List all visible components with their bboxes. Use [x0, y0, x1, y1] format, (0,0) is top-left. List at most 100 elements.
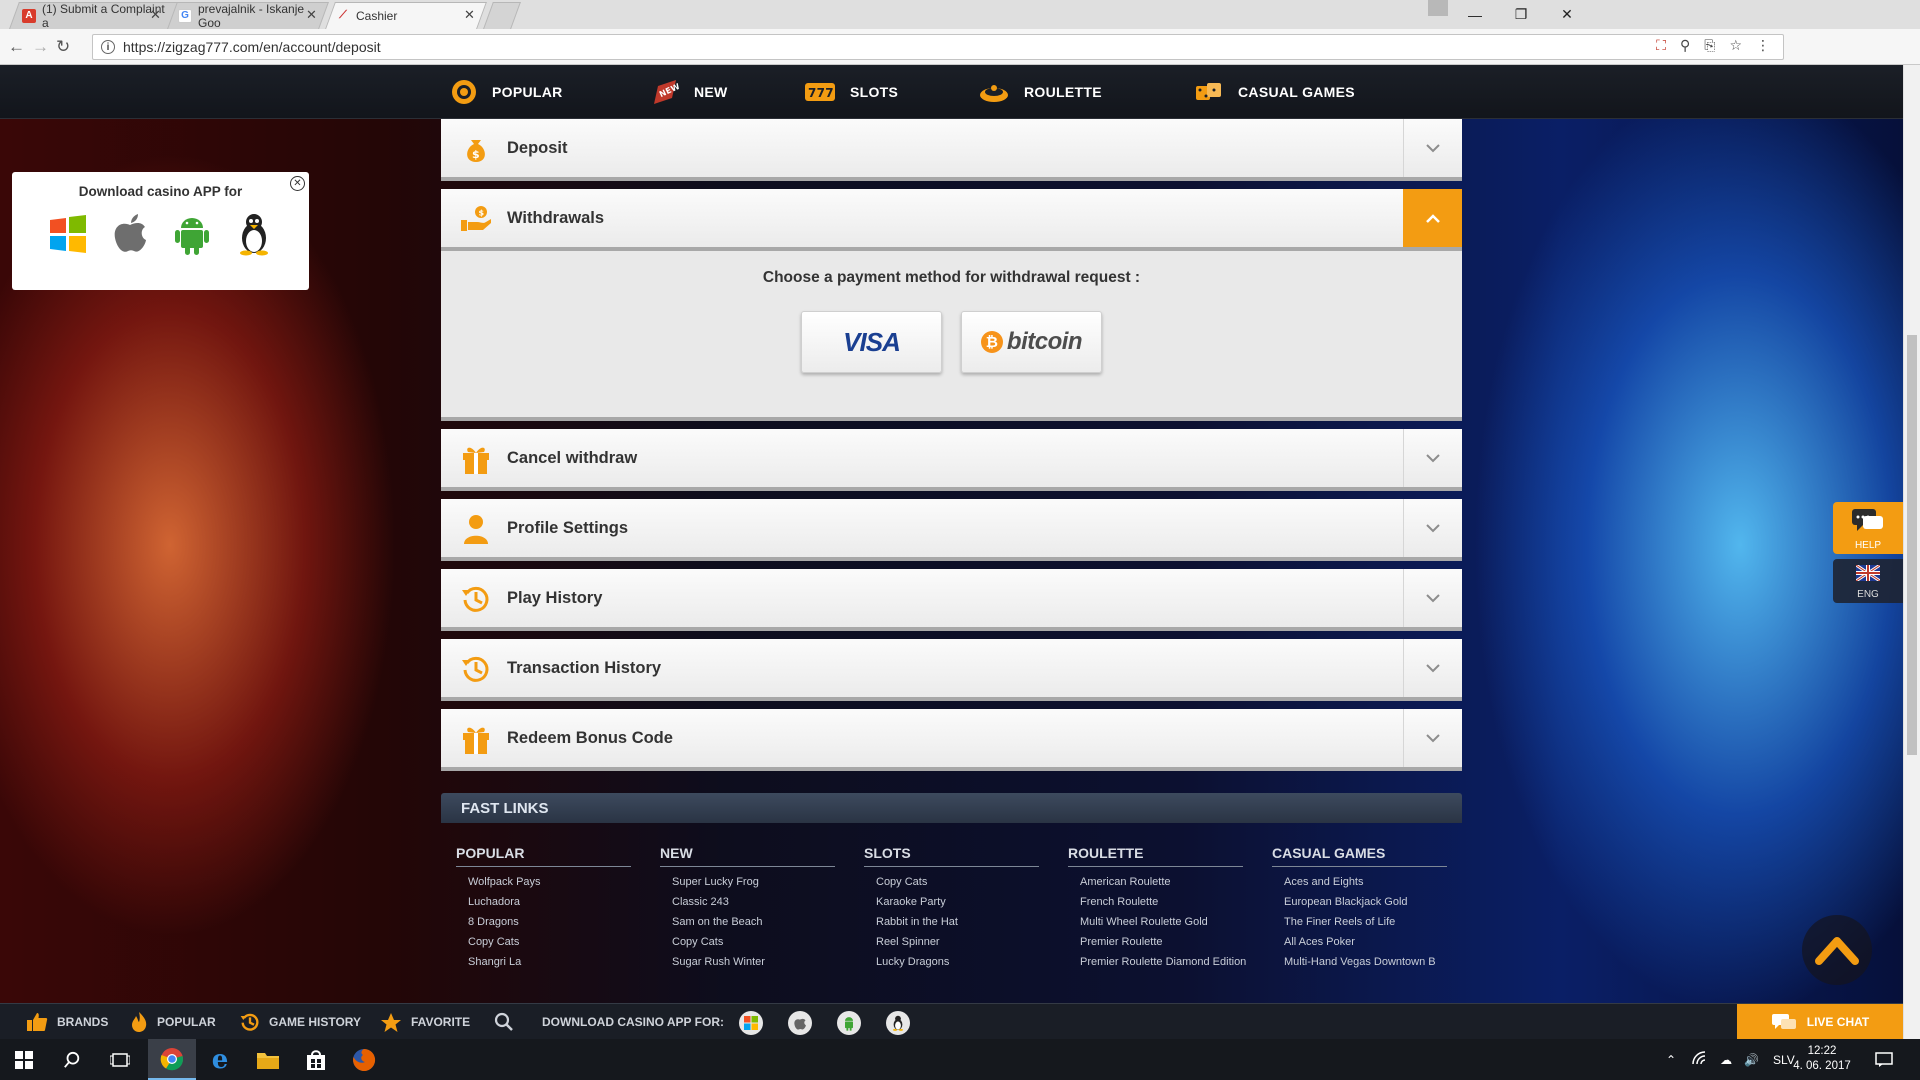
- tray-chevron-up-icon[interactable]: ⌃: [1666, 1053, 1676, 1067]
- fast-link[interactable]: Aces and Eights: [1284, 872, 1447, 892]
- translate-icon[interactable]: ⎘: [1704, 37, 1715, 54]
- volume-icon[interactable]: 🔊: [1744, 1053, 1759, 1067]
- fast-link[interactable]: Multi-Hand Vegas Downtown B: [1284, 952, 1447, 972]
- fast-links-heading[interactable]: CASUAL GAMES: [1272, 845, 1447, 867]
- windows-icon[interactable]: [739, 1011, 763, 1035]
- chevron-up-icon[interactable]: [1403, 189, 1462, 247]
- fast-link[interactable]: Sugar Rush Winter: [672, 952, 835, 972]
- notifications-icon[interactable]: [1864, 1039, 1904, 1080]
- site-info-icon[interactable]: i: [101, 40, 115, 54]
- tab-close-icon[interactable]: ✕: [464, 7, 475, 23]
- apple-icon[interactable]: [788, 1011, 812, 1035]
- fast-link[interactable]: Classic 243: [672, 892, 835, 912]
- cloud-icon[interactable]: ☁: [1720, 1053, 1732, 1067]
- bottom-brands[interactable]: BRANDS: [26, 1004, 108, 1039]
- extension-icon[interactable]: ⛶: [1656, 37, 1666, 54]
- chrome-icon[interactable]: [148, 1039, 196, 1080]
- forward-icon[interactable]: →: [32, 37, 49, 57]
- profile-icon[interactable]: [1428, 0, 1448, 16]
- bitcoin-button[interactable]: ₿ bitcoin: [961, 311, 1102, 373]
- new-tab-button[interactable]: [483, 2, 521, 29]
- live-chat-button[interactable]: LIVE CHAT: [1737, 1004, 1903, 1039]
- fast-links-heading[interactable]: POPULAR: [456, 845, 631, 867]
- bookmark-star-icon[interactable]: ☆: [1729, 37, 1742, 54]
- fast-link[interactable]: Lucky Dragons: [876, 952, 1039, 972]
- bottom-search[interactable]: [494, 1004, 523, 1039]
- section-redeem-bonus-code[interactable]: Redeem Bonus Code: [441, 709, 1462, 771]
- visa-button[interactable]: VISA: [801, 311, 942, 373]
- chevron-down-icon[interactable]: [1403, 429, 1462, 487]
- fast-link[interactable]: European Blackjack Gold: [1284, 892, 1447, 912]
- firefox-icon[interactable]: [340, 1039, 388, 1080]
- close-icon[interactable]: ✕: [290, 176, 305, 191]
- fast-link[interactable]: American Roulette: [1080, 872, 1243, 892]
- network-icon[interactable]: [1692, 1051, 1708, 1068]
- scrollbar-thumb[interactable]: [1907, 335, 1917, 755]
- android-icon[interactable]: [837, 1011, 861, 1035]
- chevron-down-icon[interactable]: [1403, 119, 1462, 177]
- fast-link[interactable]: Karaoke Party: [876, 892, 1039, 912]
- fast-link[interactable]: Reel Spinner: [876, 932, 1039, 952]
- fast-link[interactable]: Luchadora: [468, 892, 631, 912]
- page-scrollbar[interactable]: [1903, 65, 1920, 1039]
- edge-icon[interactable]: e: [196, 1039, 244, 1080]
- language-button[interactable]: ENG: [1833, 559, 1903, 603]
- fast-link[interactable]: Multi Wheel Roulette Gold: [1080, 912, 1243, 932]
- start-windows-icon[interactable]: [0, 1039, 48, 1080]
- bottom-popular[interactable]: POPULAR: [130, 1004, 216, 1039]
- chevron-down-icon[interactable]: [1403, 569, 1462, 627]
- section-withdrawals[interactable]: $ Withdrawals: [441, 189, 1462, 251]
- fast-link[interactable]: Premier Roulette Diamond Edition: [1080, 952, 1246, 972]
- bottom-favorite[interactable]: FAVORITE: [380, 1004, 470, 1039]
- reload-icon[interactable]: ↻: [56, 37, 70, 57]
- pin-icon[interactable]: ⚲: [1680, 37, 1690, 54]
- nav-slots[interactable]: 777 SLOTS: [804, 65, 898, 119]
- android-icon[interactable]: [170, 212, 214, 256]
- tab-close-icon[interactable]: ✕: [306, 7, 317, 23]
- fast-link[interactable]: The Finer Reels of Life: [1284, 912, 1447, 932]
- fast-link[interactable]: Copy Cats: [672, 932, 835, 952]
- section-transaction-history[interactable]: Transaction History: [441, 639, 1462, 701]
- fast-links-heading[interactable]: SLOTS: [864, 845, 1039, 867]
- nav-casual-games[interactable]: CASUAL GAMES: [1194, 65, 1355, 119]
- fast-link[interactable]: Copy Cats: [468, 932, 631, 952]
- search-icon[interactable]: [48, 1039, 96, 1080]
- store-icon[interactable]: [292, 1039, 340, 1080]
- url-input[interactable]: i https://zigzag777.com/en/account/depos…: [92, 34, 1784, 60]
- nav-new[interactable]: NEW NEW: [652, 65, 728, 119]
- task-view-icon[interactable]: [96, 1039, 144, 1080]
- linux-icon[interactable]: [886, 1011, 910, 1035]
- chevron-down-icon[interactable]: [1403, 709, 1462, 767]
- fast-link[interactable]: Rabbit in the Hat: [876, 912, 1039, 932]
- tab-close-icon[interactable]: ✕: [150, 7, 161, 23]
- chevron-down-icon[interactable]: [1403, 639, 1462, 697]
- maximize-icon[interactable]: ❐: [1498, 0, 1544, 29]
- nav-popular[interactable]: POPULAR: [450, 65, 563, 119]
- fast-link[interactable]: Copy Cats: [876, 872, 1039, 892]
- back-icon[interactable]: ←: [8, 37, 25, 57]
- fast-link[interactable]: French Roulette: [1080, 892, 1243, 912]
- fast-links-heading[interactable]: NEW: [660, 845, 835, 867]
- window-close-icon[interactable]: ✕: [1544, 0, 1590, 29]
- help-button[interactable]: HELP: [1833, 502, 1903, 554]
- chevron-down-icon[interactable]: [1403, 499, 1462, 557]
- minimize-icon[interactable]: —: [1452, 0, 1498, 29]
- section-profile-settings[interactable]: Profile Settings: [441, 499, 1462, 561]
- windows-icon[interactable]: [46, 212, 90, 256]
- fast-link[interactable]: Wolfpack Pays: [468, 872, 631, 892]
- fast-link[interactable]: Premier Roulette: [1080, 932, 1243, 952]
- taskbar-clock[interactable]: 12:22 4. 06. 2017: [1792, 1044, 1852, 1074]
- fast-link[interactable]: Sam on the Beach: [672, 912, 835, 932]
- fast-link[interactable]: All Aces Poker: [1284, 932, 1447, 952]
- menu-dots-icon[interactable]: ⋮: [1756, 37, 1770, 54]
- bottom-game-history[interactable]: GAME HISTORY: [240, 1004, 361, 1039]
- linux-icon[interactable]: [232, 212, 276, 256]
- fast-links-heading[interactable]: ROULETTE: [1068, 845, 1243, 867]
- fast-link[interactable]: Super Lucky Frog: [672, 872, 835, 892]
- section-cancel-withdraw[interactable]: Cancel withdraw: [441, 429, 1462, 491]
- fast-link[interactable]: Shangri La: [468, 952, 631, 972]
- section-deposit[interactable]: $ Deposit: [441, 119, 1462, 181]
- file-explorer-icon[interactable]: [244, 1039, 292, 1080]
- fast-link[interactable]: 8 Dragons: [468, 912, 631, 932]
- section-play-history[interactable]: Play History: [441, 569, 1462, 631]
